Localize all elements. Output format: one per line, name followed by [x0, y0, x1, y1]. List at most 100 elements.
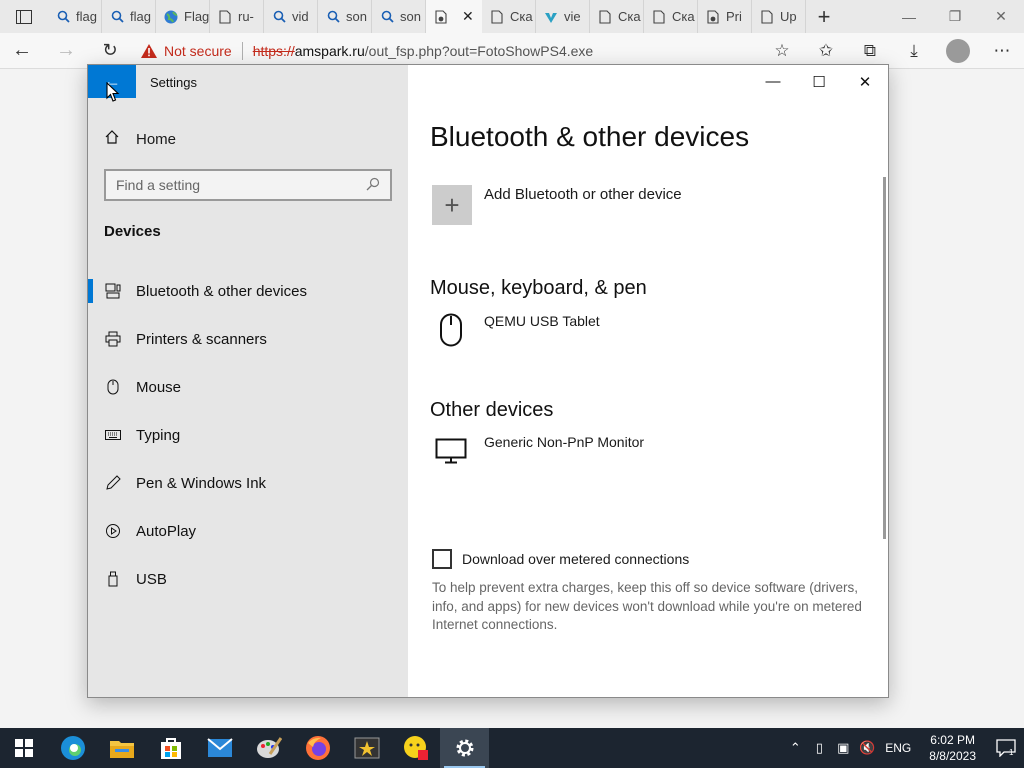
nav-item-label: Mouse: [136, 378, 182, 396]
tab-label: Ска: [672, 9, 695, 24]
home-icon: [104, 129, 120, 149]
store-icon[interactable]: [146, 728, 195, 768]
browser-tab[interactable]: ✕: [426, 0, 482, 33]
content-scrollbar[interactable]: [883, 177, 886, 539]
page-icon: [598, 9, 612, 24]
clock-time: 6:02 PM: [930, 733, 975, 747]
nav-item-label: AutoPlay: [136, 522, 197, 540]
other-devices-heading: Other devices: [430, 399, 554, 421]
notification-count: 1: [1009, 748, 1014, 757]
device-qemu-usb-tablet[interactable]: QEMU USB Tablet: [434, 313, 600, 347]
tab-label: son: [346, 9, 367, 24]
browser-tab[interactable]: Up: [752, 0, 806, 33]
search-icon: [326, 10, 340, 24]
tab-label: flag: [130, 9, 151, 24]
browser-tab[interactable]: ru-: [210, 0, 264, 33]
network-icon[interactable]: ▣: [831, 728, 855, 768]
url-host: amspark.ru: [294, 42, 365, 59]
close-tab-icon[interactable]: ✕: [462, 8, 474, 25]
close-icon[interactable]: ✕: [842, 65, 888, 98]
keyboard-icon: [104, 426, 122, 444]
page-title: Bluetooth & other devices: [430, 121, 750, 152]
movie-maker-icon[interactable]: [342, 728, 391, 768]
nav-item-keyboard[interactable]: Typing: [88, 411, 408, 459]
paint-icon[interactable]: [244, 728, 293, 768]
nav-item-autoplay[interactable]: AutoPlay: [88, 507, 408, 555]
browser-tab[interactable]: vie: [536, 0, 590, 33]
mouse-icon: [104, 378, 122, 396]
find-setting-search-input[interactable]: Find a setting: [104, 169, 392, 201]
clock[interactable]: 6:02 PM 8/8/2023: [929, 732, 976, 764]
search-placeholder: Find a setting: [116, 177, 201, 193]
search-icon: [110, 10, 124, 24]
warning-icon: [140, 43, 158, 59]
url-path: /out_fsp.php?out=FotoShowPS4.exe: [364, 42, 594, 59]
settings-sidebar: ← Settings Home Find a setting Devices B…: [88, 65, 408, 697]
settings-window: ← Settings Home Find a setting Devices B…: [87, 64, 889, 698]
nav-item-pen[interactable]: Pen & Windows Ink: [88, 459, 408, 507]
restore-icon[interactable]: ❐: [932, 0, 978, 33]
file-explorer-icon[interactable]: [97, 728, 146, 768]
downloads-icon[interactable]: ⤓: [892, 33, 936, 69]
home-link[interactable]: Home: [104, 129, 176, 149]
notification-center-icon[interactable]: 1: [988, 739, 1024, 757]
firefox-icon[interactable]: [293, 728, 342, 768]
browser-tab[interactable]: Ска: [644, 0, 698, 33]
metered-label: Download over metered connections: [462, 551, 690, 567]
tab-label: flag: [76, 9, 97, 24]
nav-item-bluetooth-devices[interactable]: Bluetooth & other devices: [88, 267, 408, 315]
maximize-icon[interactable]: ☐: [796, 65, 842, 98]
tab-actions-icon[interactable]: [0, 0, 48, 33]
device-name: Generic Non-PnP Monitor: [484, 434, 645, 450]
url-field[interactable]: https://amspark.ru/out_fsp.php?out=FotoS…: [253, 43, 594, 59]
security-indicator[interactable]: Not secure: [140, 43, 232, 59]
settings-gear-icon[interactable]: [440, 728, 489, 768]
new-tab-button[interactable]: +: [806, 4, 842, 30]
mail-icon[interactable]: [195, 728, 244, 768]
windows-start-icon[interactable]: [0, 728, 48, 768]
bluetooth-devices-icon: [104, 282, 122, 300]
more-menu-icon[interactable]: ⋯: [980, 33, 1024, 69]
add-device-button[interactable]: + Add Bluetooth or other device: [432, 185, 682, 225]
taskbar: ⌃ ▯ ▣ 🔇 ENG 6:02 PM 8/8/2023 1: [0, 728, 1024, 768]
plus-icon: +: [432, 185, 472, 225]
tab-label: Pri: [726, 9, 742, 24]
nav-item-mouse[interactable]: Mouse: [88, 363, 408, 411]
browser-tab[interactable]: flag: [48, 0, 102, 33]
emoji-app-icon[interactable]: [391, 728, 440, 768]
language-indicator[interactable]: ENG: [885, 741, 911, 755]
download-page-icon: [706, 9, 720, 24]
clock-date: 8/8/2023: [929, 749, 976, 763]
mouse-device-icon: [434, 313, 468, 347]
tab-label: vie: [564, 9, 581, 24]
tab-label: Up: [780, 9, 797, 24]
browser-tab[interactable]: Pri: [698, 0, 752, 33]
browser-tab[interactable]: Flag: [156, 0, 210, 33]
forward-arrow-icon[interactable]: →: [44, 33, 88, 69]
nav-item-label: Typing: [136, 426, 181, 444]
browser-tab[interactable]: Ска: [482, 0, 536, 33]
browser-tab[interactable]: son: [372, 0, 426, 33]
profile-avatar[interactable]: [946, 38, 970, 63]
vk-icon: [544, 10, 558, 24]
volume-muted-icon[interactable]: 🔇: [855, 728, 879, 768]
device-icon[interactable]: ▯: [807, 728, 831, 768]
section-label: Devices: [104, 223, 161, 240]
nav-item-usb[interactable]: USB: [88, 555, 408, 603]
metered-download-option[interactable]: Download over metered connections: [432, 549, 689, 569]
metered-checkbox[interactable]: [432, 549, 452, 569]
browser-tab[interactable]: flag: [102, 0, 156, 33]
browser-tab[interactable]: son: [318, 0, 372, 33]
chevron-up-icon[interactable]: ⌃: [783, 728, 807, 768]
browser-tab[interactable]: vid: [264, 0, 318, 33]
device-name: QEMU USB Tablet: [484, 313, 600, 329]
minimize-icon[interactable]: —: [886, 0, 932, 33]
close-icon[interactable]: ✕: [978, 0, 1024, 33]
back-arrow-icon[interactable]: ←: [0, 33, 44, 69]
device-generic-monitor[interactable]: Generic Non-PnP Monitor: [434, 434, 644, 468]
nav-item-printer[interactable]: Printers & scanners: [88, 315, 408, 363]
settings-content: — ☐ ✕ Bluetooth & other devices + Add Bl…: [408, 65, 888, 697]
browser-tab[interactable]: Ска: [590, 0, 644, 33]
edge-icon[interactable]: [48, 728, 97, 768]
minimize-icon[interactable]: —: [750, 65, 796, 98]
